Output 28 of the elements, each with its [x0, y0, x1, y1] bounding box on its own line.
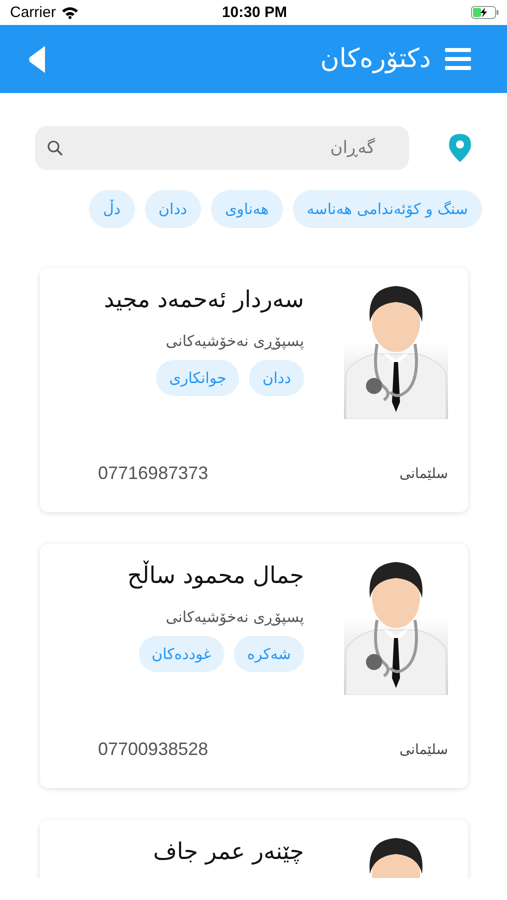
back-button[interactable]: [28, 46, 45, 72]
phone-number: 07716987373: [98, 463, 208, 484]
doctor-name: چێنەر عمر جاف: [153, 838, 304, 867]
phone-number: 07700938528: [98, 739, 208, 760]
specialty-tag[interactable]: غوددەکان: [138, 636, 224, 672]
category-chip[interactable]: هەناوی: [211, 190, 283, 228]
page-title: دکتۆرەکان: [320, 44, 431, 74]
location-pin-icon[interactable]: [449, 134, 471, 162]
category-chip[interactable]: دڵ: [88, 190, 135, 228]
clock-time: 10:30 PM: [222, 4, 288, 21]
specialty-tag[interactable]: ددان: [249, 360, 304, 396]
search-icon: [47, 140, 63, 156]
menu-button[interactable]: [445, 48, 471, 70]
specialty-tag[interactable]: جوانکاری: [156, 360, 240, 396]
category-chip[interactable]: سنگ و کۆئەندامی هەناسە: [292, 190, 482, 228]
wifi-icon: [60, 6, 79, 19]
search-field[interactable]: گەڕان: [35, 126, 409, 170]
category-chip[interactable]: ددان: [144, 190, 202, 228]
doctor-name: سەردار ئەحمەد مجید: [104, 286, 304, 315]
specialty-tag[interactable]: شەکرە: [234, 636, 304, 672]
battery-charging-icon: [471, 6, 499, 19]
doctor-specialty: پسپۆڕی نەخۆشیەکانی: [166, 332, 304, 350]
carrier-label: Carrier: [10, 4, 56, 21]
doctor-specialty: پسپۆڕی نەخۆشیەکانی: [166, 608, 304, 626]
doctor-name: جمال محمود ساڵح: [127, 558, 304, 594]
doctor-card[interactable]: چێنەر عمر جاف: [40, 820, 468, 878]
city-label: سلێمانی: [399, 466, 448, 482]
city-label: سلێمانی: [399, 742, 448, 758]
